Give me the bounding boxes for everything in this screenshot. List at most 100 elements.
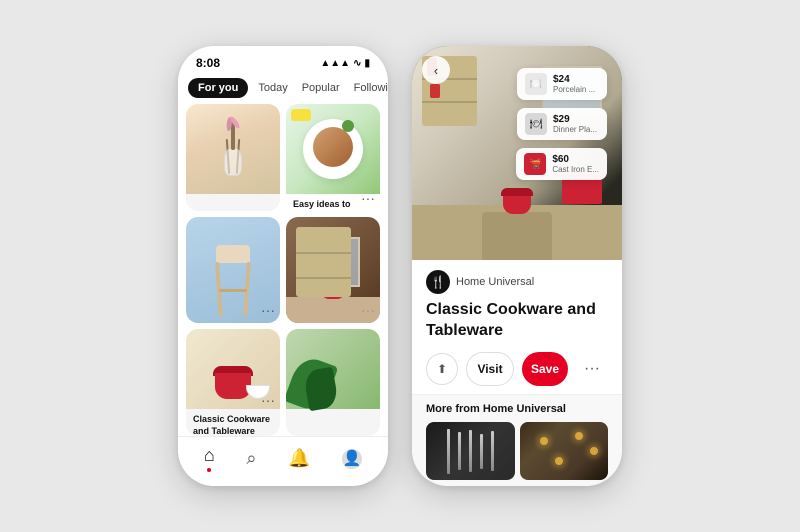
publisher-avatar: 🍴	[426, 270, 450, 294]
more-from-title: More from Home Universal	[426, 403, 608, 415]
detail-image: ‹ 🍽️ $24 Porcelain ... 🍽 $29 Dinner Pla.…	[412, 46, 622, 260]
tag-dinner-icon: 🍽	[525, 113, 547, 135]
share-icon: ⬆	[437, 362, 447, 376]
wifi-icon: ∿	[353, 58, 361, 69]
tag-porcelain-icon: 🍽️	[525, 73, 547, 95]
publisher-icon-symbol: 🍴	[431, 275, 446, 289]
shelf-item-2	[430, 84, 440, 98]
kitchen-more-btn[interactable]: ···	[361, 302, 375, 318]
more-options-button[interactable]: ···	[576, 353, 608, 385]
for-you-tab[interactable]: For you	[188, 78, 248, 98]
back-button[interactable]: ‹	[422, 56, 450, 84]
detail-island	[482, 212, 552, 260]
knife-1	[447, 429, 450, 474]
pin-vase-card[interactable]	[186, 104, 280, 211]
food-item	[313, 127, 353, 167]
knives-image	[445, 422, 496, 480]
light-2	[575, 432, 583, 440]
tag-porcelain-name: Porcelain ...	[553, 85, 599, 94]
visit-button[interactable]: Visit	[466, 352, 514, 386]
shelf-2	[296, 277, 351, 279]
cookware-title: Classic Cookware and Tableware	[193, 414, 273, 436]
food-more-btn[interactable]: ···	[361, 190, 375, 206]
save-button[interactable]: Save	[522, 352, 568, 386]
nav-tabs: For you Today Popular Following Re...	[178, 74, 388, 104]
status-time: 8:08	[196, 56, 220, 70]
detail-pot	[503, 194, 531, 214]
light-4	[555, 457, 563, 465]
pin-cookware-card[interactable]: Classic Cookware and Tableware ···	[186, 329, 280, 436]
battery-icon: ▮	[364, 58, 370, 69]
tag-castiron[interactable]: 🫕 $60 Cast Iron E...	[516, 148, 607, 180]
share-button[interactable]: ⬆	[426, 353, 458, 385]
food-image	[286, 104, 380, 194]
tag-porcelain-info: $24 Porcelain ...	[553, 74, 599, 94]
tag-dinner[interactable]: 🍽 $29 Dinner Pla...	[517, 108, 607, 140]
food-decoration	[291, 109, 311, 121]
plant-image	[286, 329, 380, 409]
knife-4	[480, 434, 483, 469]
cookware-more-btn[interactable]: ···	[261, 392, 275, 408]
nav-home-btn[interactable]: ⌂	[204, 445, 215, 472]
more-item-dinner[interactable]	[520, 422, 609, 480]
stool-seat	[216, 245, 250, 263]
tag-castiron-price: $60	[552, 154, 599, 165]
more-from-section: More from Home Universal	[412, 394, 622, 486]
nav-profile-btn[interactable]: 👤	[342, 449, 362, 469]
nav-search-btn[interactable]: ⌕	[246, 448, 256, 469]
more-item-knives[interactable]	[426, 422, 515, 480]
bottom-nav: ⌂ ⌕ 🔔 👤	[178, 436, 388, 486]
cookware-caption: Classic Cookware and Tableware	[186, 409, 280, 436]
search-icon: ⌕	[246, 448, 256, 469]
profile-icon: 👤	[342, 449, 362, 469]
tag-castiron-info: $60 Cast Iron E...	[552, 154, 599, 174]
status-bar: 8:08 ▲▲▲ ∿ ▮	[178, 46, 388, 74]
more-from-grid	[426, 422, 608, 480]
nav-notifications-btn[interactable]: 🔔	[288, 448, 310, 469]
tag-porcelain[interactable]: 🍽️ $24 Porcelain ...	[517, 68, 607, 100]
pin-stool-card[interactable]: Unfinished wood kitchen stool ···	[186, 217, 280, 324]
light-3	[590, 447, 598, 455]
vase-body-shape	[224, 148, 242, 176]
knife-3	[469, 430, 472, 472]
kitchen-shelves	[296, 227, 351, 297]
home-icon: ⌂	[204, 445, 215, 466]
signal-icon: ▲▲▲	[320, 58, 350, 69]
stool-rung	[219, 289, 247, 292]
save-label: Save	[531, 362, 559, 376]
popular-tab[interactable]: Popular	[298, 78, 344, 98]
detail-info-section: 🍴 Home Universal Classic Cookware and Ta…	[412, 260, 622, 394]
bell-icon: 🔔	[288, 448, 310, 469]
pin-kitchen-card[interactable]: ···	[286, 217, 380, 324]
knife-2	[458, 432, 461, 470]
tag-castiron-name: Cast Iron E...	[552, 165, 599, 174]
left-phone: 8:08 ▲▲▲ ∿ ▮ For you Today Popular Follo…	[178, 46, 388, 486]
following-tab[interactable]: Following	[350, 78, 388, 98]
shelf-1	[296, 252, 351, 254]
visit-label: Visit	[477, 362, 502, 376]
tag-dinner-info: $29 Dinner Pla...	[553, 114, 599, 134]
vase-image	[186, 104, 280, 194]
tag-dinner-name: Dinner Pla...	[553, 125, 599, 134]
tag-porcelain-price: $24	[553, 74, 599, 85]
food-garnish	[342, 120, 354, 132]
detail-shelf-2	[422, 101, 477, 103]
tag-dinner-price: $29	[553, 114, 599, 125]
today-tab[interactable]: Today	[254, 78, 291, 98]
more-icon: ···	[584, 360, 600, 378]
pins-grid: Easy ideas to change up breakfast ··· Un…	[178, 104, 388, 436]
publisher-name: Home Universal	[456, 276, 534, 288]
publisher-row: 🍴 Home Universal	[426, 270, 608, 294]
pin-food-card[interactable]: Easy ideas to change up breakfast ···	[286, 104, 380, 211]
pin-plant-card[interactable]	[286, 329, 380, 436]
active-indicator	[207, 468, 211, 472]
stool-more-btn[interactable]: ···	[261, 302, 275, 318]
knife-5	[491, 431, 494, 471]
right-phone: ‹ 🍽️ $24 Porcelain ... 🍽 $29 Dinner Pla.…	[412, 46, 622, 486]
action-row: ⬆ Visit Save ···	[426, 352, 608, 386]
detail-title: Classic Cookware and Tableware	[426, 300, 608, 342]
light-1	[540, 437, 548, 445]
tag-castiron-icon: 🫕	[524, 153, 546, 175]
detail-lid	[501, 188, 533, 196]
status-icons: ▲▲▲ ∿ ▮	[320, 58, 370, 69]
